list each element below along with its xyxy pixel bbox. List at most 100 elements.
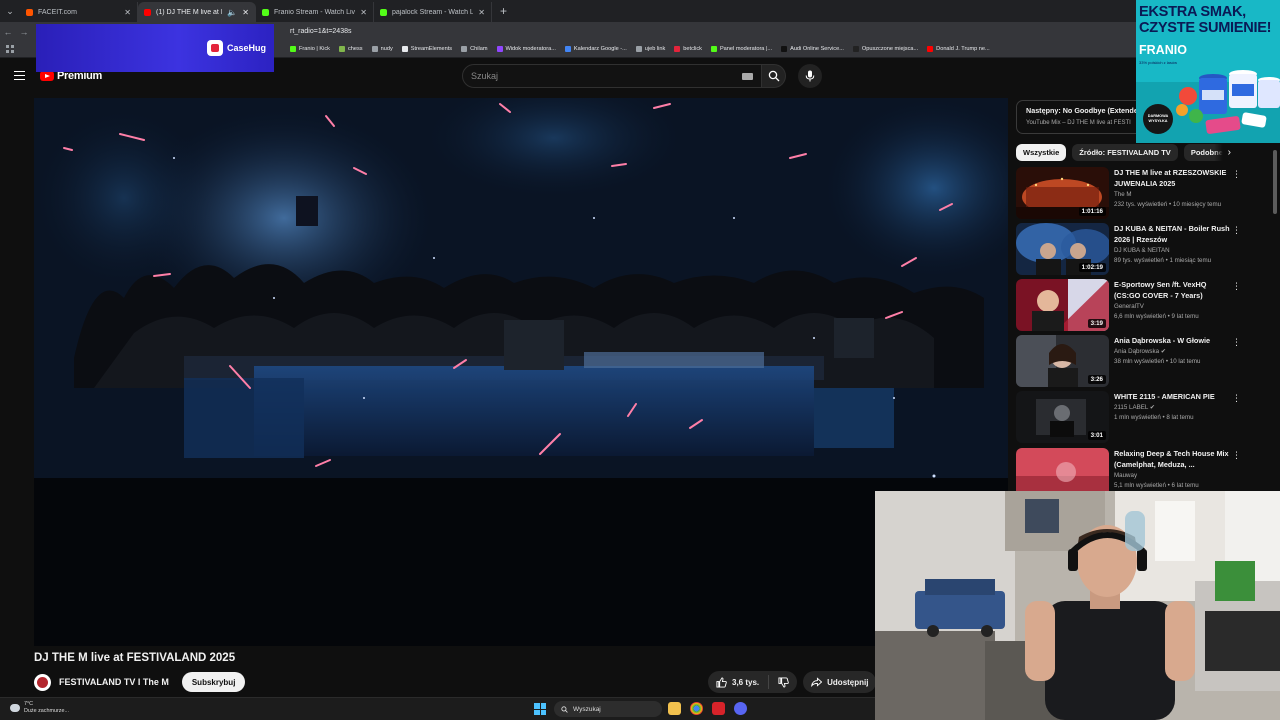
close-tab-icon[interactable]: ✕ [478,8,485,17]
channel-name[interactable]: Ania Dąbrowska ✔ [1114,348,1232,355]
bookmark[interactable]: chess [338,46,363,52]
browser-tab[interactable]: Franio Stream - Watch Live on ✕ [256,2,374,22]
more-options-icon[interactable]: ⋮ [1232,281,1241,292]
app-icon[interactable] [712,702,725,715]
recommendation-list: 1:01:16 DJ THE M live at RZESZOWSKIE JUW… [1016,167,1244,491]
video-title[interactable]: DJ THE M live at RZESZOWSKIE JUWENALIA 2… [1114,167,1232,189]
video-title[interactable]: WHITE 2115 - AMERICAN PIE [1114,391,1232,402]
video-info: Relaxing Deep & Tech House Mix (Camelpha… [1114,448,1232,489]
close-tab-icon[interactable]: ✕ [124,8,131,17]
thumbs-down-icon[interactable] [778,676,789,688]
video-thumbnail[interactable]: 1:01:16 [1016,167,1109,219]
bookmark[interactable]: Kalendarz Google -... [564,46,627,52]
franio-ad-overlay: EKSTRA SMAK, CZYSTE SUMIENIE! FRANIO 33%… [1136,0,1280,143]
chip-all[interactable]: Wszystkie [1016,144,1067,161]
new-tab-button[interactable]: + [492,4,515,18]
channel-name[interactable]: FESTIVALAND TV I The M [59,677,169,687]
bookmark[interactable]: Opuszczone miejsca... [852,46,918,52]
twitch-icon [496,46,503,52]
video-title: DJ THE M live at FESTIVALAND 2025 [34,652,236,664]
browser-tab-active[interactable]: (1) DJ THE M live at FESTIVA 🔈 ✕ [138,2,256,22]
channel-name[interactable]: 2115 LABEL ✔ [1114,404,1232,411]
chip-source[interactable]: Źródło: FESTIVALAND TV [1072,144,1178,161]
back-icon[interactable]: ← [0,27,16,37]
weather-widget[interactable]: 7°C Duże zachmurze... [10,701,69,715]
list-item[interactable]: 1:02:19 DJ KUBA & NEITAN - Boiler Rush 2… [1016,223,1244,275]
ad-fine-print: 33% polskich z lasów [1139,60,1178,65]
weather-text: 7°C Duże zachmurze... [24,701,69,715]
video-title[interactable]: Relaxing Deep & Tech House Mix (Camelpha… [1114,448,1232,470]
voice-search-button[interactable] [798,64,822,88]
close-tab-icon[interactable]: ✕ [360,8,367,17]
search-input[interactable]: Szukaj [462,64,762,88]
video-meta: 38 mln wyświetleń • 10 lat temu [1114,358,1201,365]
tab-title: (1) DJ THE M live at FESTIVA [156,8,222,16]
tab-search-chevron-icon[interactable]: ⌄ [0,0,20,22]
apps-grid-icon[interactable] [6,45,14,53]
chevron-right-icon[interactable]: › [1214,144,1236,161]
taskbar-search[interactable]: Wyszukaj [554,701,662,717]
bookmark[interactable]: StreamElements [401,46,452,52]
list-item[interactable]: 3:26 Ania Dąbrowska - W Głowie Ania Dąbr… [1016,335,1244,387]
like-count[interactable]: 3,6 tys. [732,678,759,687]
video-player[interactable] [34,98,1008,646]
bookmark[interactable]: betclick [674,46,702,52]
bookmark[interactable]: Widok moderatora... [496,46,556,52]
channel-name[interactable]: The M [1114,191,1232,198]
list-item[interactable]: Relaxing Deep & Tech House Mix (Camelpha… [1016,448,1244,491]
search-button[interactable] [762,64,786,88]
more-options-icon[interactable]: ⋮ [1232,169,1241,180]
bookmark[interactable]: Panel moderatora |... [710,46,772,52]
forward-icon[interactable]: → [16,27,32,37]
subscribe-button[interactable]: Subskrybuj [181,672,246,692]
duration-badge: 3:01 [1087,431,1106,440]
video-thumbnail[interactable]: 3:01 [1016,391,1109,443]
bookmark[interactable]: Franio | Kick [290,46,330,52]
speaker-icon[interactable]: 🔈 [227,8,237,17]
search-icon [561,705,568,713]
channel-avatar[interactable] [34,673,51,691]
browser-tab[interactable]: pajalock Stream - Watch Live o ✕ [374,2,492,22]
thumbs-up-icon[interactable] [716,676,727,688]
channel-name[interactable]: Mauway [1114,472,1232,479]
up-next-subtitle: YouTube Mix – DJ THE M live at FESTI [1026,120,1131,126]
video-title[interactable]: DJ KUBA & NEITAN - Boiler Rush 2026 | Rz… [1114,223,1232,245]
channel-name[interactable]: GeneralTV [1114,303,1232,310]
channel-name[interactable]: DJ KUBA & NEITAN [1114,247,1232,254]
bookmark[interactable]: Chilam [461,46,488,52]
url-field[interactable]: rt_radio=1&t=2438s [290,28,352,35]
keyboard-icon[interactable] [742,73,753,80]
share-button[interactable]: Udostępnij [803,671,877,693]
youtube-icon [927,46,934,52]
more-options-icon[interactable]: ⋮ [1232,337,1241,348]
video-thumbnail[interactable]: 3:19 [1016,279,1109,331]
bookmark[interactable]: ujeb link [635,46,665,52]
bookmark[interactable]: Donald J. Trump ne... [927,46,990,52]
weather-description: Duże zachmurze... [24,708,69,714]
up-next-card[interactable]: Następny: No Goodbye (Extende YouTube Mi… [1016,100,1144,134]
video-thumbnail[interactable] [1016,448,1109,491]
more-options-icon[interactable]: ⋮ [1232,393,1241,404]
more-options-icon[interactable]: ⋮ [1232,450,1241,461]
video-title[interactable]: E-Sportowy Sen /ft. VexHQ (CS:GO COVER -… [1114,279,1232,301]
video-thumbnail[interactable]: 3:26 [1016,335,1109,387]
video-thumbnail[interactable]: 1:02:19 [1016,223,1109,275]
close-tab-icon[interactable]: ✕ [242,8,249,17]
discord-icon[interactable] [734,702,747,715]
windows-start-icon[interactable] [534,703,546,715]
bookmark[interactable]: Audi Online Service... [781,46,844,52]
menu-icon[interactable] [14,71,25,80]
video-title[interactable]: Ania Dąbrowska - W Głowie [1114,335,1232,346]
bookmark[interactable]: nudy [371,46,393,52]
file-explorer-icon[interactable] [668,702,681,715]
scrollbar-thumb[interactable] [1273,150,1277,214]
list-item[interactable]: 1:01:16 DJ THE M live at RZESZOWSKIE JUW… [1016,167,1244,219]
chrome-icon[interactable] [690,702,703,715]
tab-title: pajalock Stream - Watch Live o [392,8,474,16]
casehug-logo-icon [206,40,223,56]
more-options-icon[interactable]: ⋮ [1232,225,1241,236]
browser-tab[interactable]: FACEIT.com ✕ [20,2,138,22]
list-item[interactable]: 3:01 WHITE 2115 - AMERICAN PIE 2115 LABE… [1016,391,1244,443]
channel-name-text: Ania Dąbrowska [1114,348,1160,355]
list-item[interactable]: 3:19 E-Sportowy Sen /ft. VexHQ (CS:GO CO… [1016,279,1244,331]
